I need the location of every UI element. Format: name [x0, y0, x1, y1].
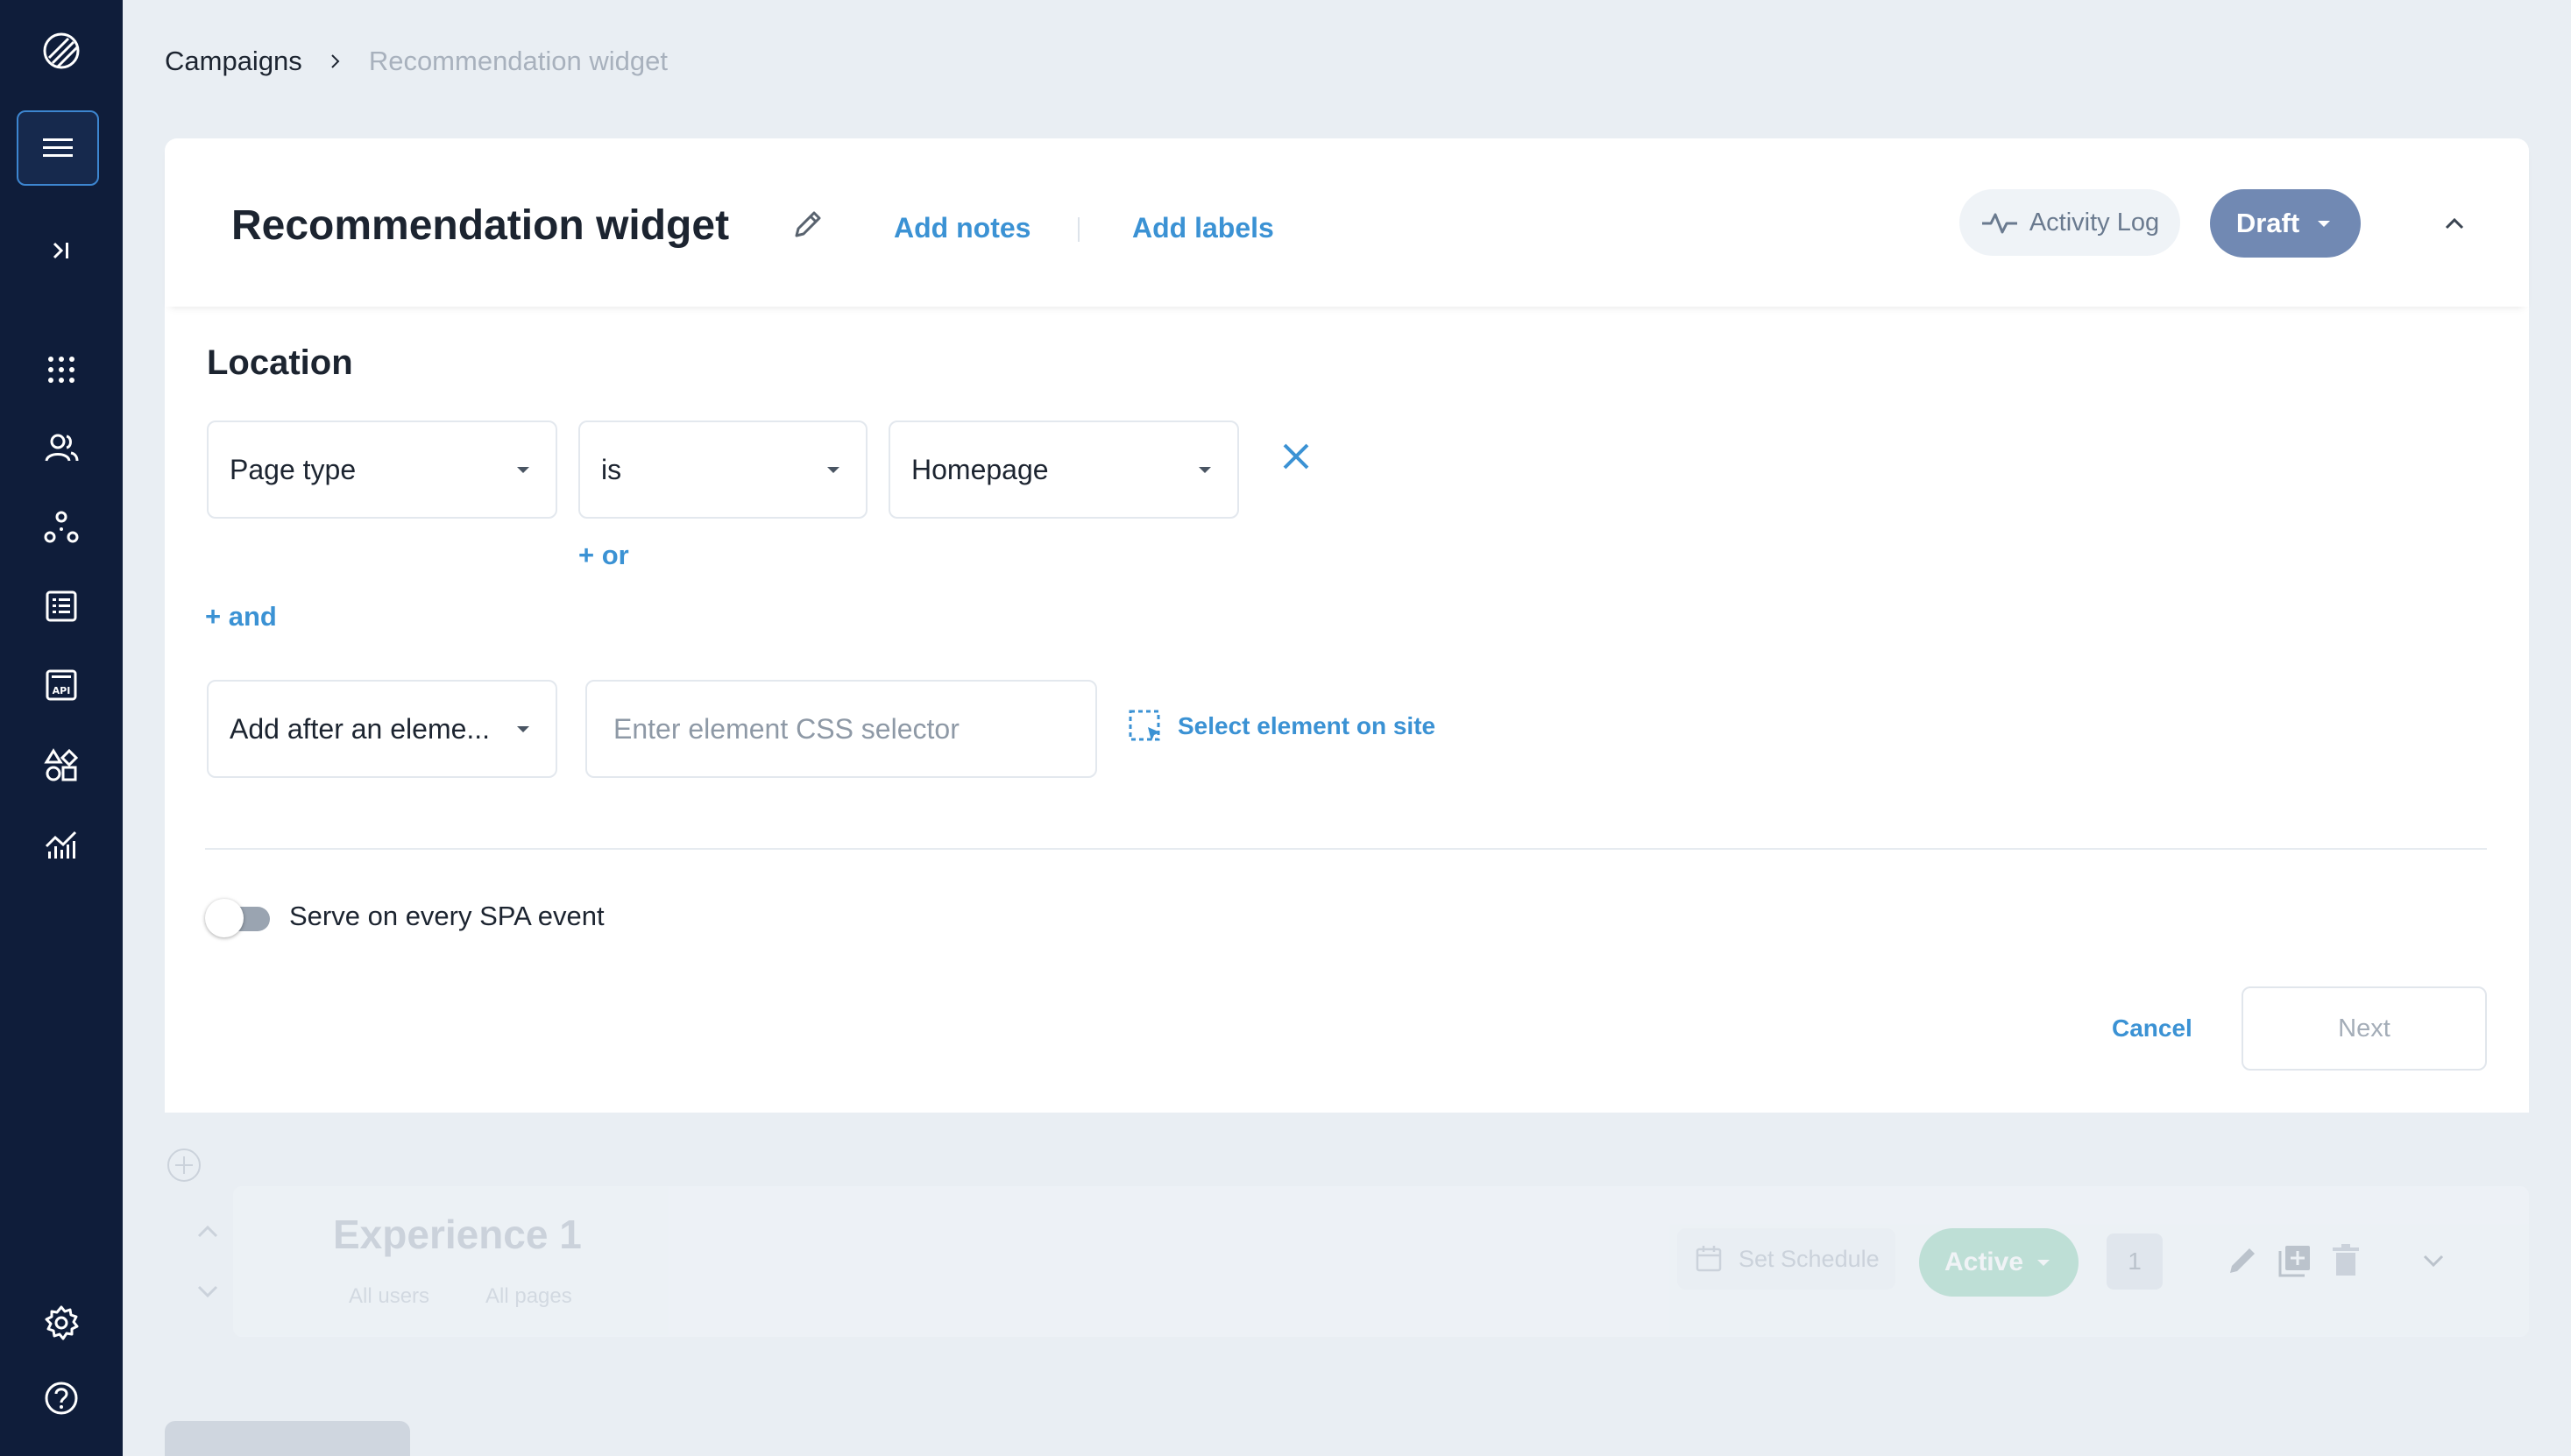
breadcrumb: Campaigns Recommendation widget: [165, 44, 668, 79]
calendar-icon: [1696, 1246, 1722, 1272]
campaign-header: Recommendation widget Add notes Add labe…: [165, 138, 2529, 307]
expand-icon[interactable]: [37, 226, 86, 275]
spa-event-label: Serve on every SPA event: [289, 901, 605, 931]
condition-field-value: Page type: [230, 453, 357, 485]
location-title: Location: [207, 343, 353, 382]
experience-title: Experience 1: [333, 1212, 582, 1257]
experience-card: Experience 1 All users All pages Set Sch…: [233, 1186, 2529, 1337]
experience-status-label: Active: [1944, 1247, 2024, 1276]
api-icon[interactable]: API: [37, 661, 86, 710]
condition-operator-value: is: [601, 453, 622, 485]
experience-pages: All pages: [485, 1284, 572, 1308]
list-icon[interactable]: [37, 582, 86, 631]
trash-icon[interactable]: [2326, 1240, 2366, 1281]
chevron-up-icon[interactable]: [2434, 203, 2475, 244]
css-selector-input[interactable]: [585, 680, 1097, 778]
duplicate-icon[interactable]: [2275, 1240, 2315, 1281]
cancel-button[interactable]: Cancel: [2112, 1014, 2192, 1043]
add-and-condition-link[interactable]: + and: [205, 601, 277, 633]
bottom-action-tab[interactable]: [165, 1421, 410, 1456]
close-icon[interactable]: [1276, 436, 1316, 477]
experience-audience: All users: [349, 1284, 430, 1308]
activity-log-button[interactable]: Activity Log: [1959, 189, 2180, 256]
toggle-knob: [205, 899, 244, 937]
activity-log-label: Activity Log: [2029, 208, 2160, 237]
select-element-icon: [1129, 710, 1160, 741]
pencil-icon[interactable]: [789, 205, 827, 244]
journeys-icon[interactable]: [37, 503, 86, 552]
experience-variation-count: 1: [2107, 1233, 2163, 1290]
pulse-icon: [1981, 213, 2017, 234]
select-element-on-site-button[interactable]: Select element on site: [1127, 708, 1435, 745]
experience-status-dropdown[interactable]: Active: [1919, 1228, 2079, 1297]
placement-mode-value: Add after an eleme...: [230, 712, 491, 745]
chevron-down-icon: [517, 467, 529, 473]
placement-mode-select[interactable]: Add after an eleme...: [207, 680, 557, 778]
help-icon[interactable]: [37, 1374, 86, 1423]
chevron-down-icon[interactable]: [2413, 1240, 2454, 1281]
chevron-down-icon: [2037, 1260, 2050, 1266]
analytics-icon[interactable]: [37, 820, 86, 869]
chevron-down-icon: [517, 726, 529, 732]
status-label: Draft: [2235, 208, 2300, 238]
chevron-down-icon: [827, 467, 839, 473]
breadcrumb-current: Recommendation widget: [368, 46, 668, 76]
location-panel: Location Page type is Homepage + or + an…: [165, 307, 2529, 1113]
add-notes-link[interactable]: Add notes: [894, 212, 1031, 244]
divider: [1078, 217, 1080, 242]
breadcrumb-campaigns-link[interactable]: Campaigns: [165, 46, 302, 77]
divider: [205, 848, 2487, 850]
status-dropdown[interactable]: Draft: [2210, 189, 2361, 258]
apps-icon[interactable]: [37, 345, 86, 394]
chevron-down-icon: [1199, 467, 1211, 473]
page-title: Recommendation widget: [231, 202, 730, 249]
condition-value-select[interactable]: Homepage: [889, 421, 1239, 519]
add-labels-link[interactable]: Add labels: [1132, 212, 1274, 244]
set-schedule-label: Set Schedule: [1739, 1245, 1880, 1272]
select-element-on-site-label: Select element on site: [1178, 712, 1436, 739]
widgets-icon[interactable]: [37, 741, 86, 790]
chevron-down-icon[interactable]: [190, 1274, 225, 1309]
logo-icon[interactable]: [37, 26, 86, 75]
chevron-right-icon: [331, 54, 340, 68]
condition-value-text: Homepage: [911, 453, 1049, 485]
add-experience-icon[interactable]: [165, 1146, 203, 1184]
experience-reorder-handle[interactable]: [182, 1186, 233, 1337]
svg-text:API: API: [53, 685, 71, 696]
condition-field-select[interactable]: Page type: [207, 421, 557, 519]
users-icon[interactable]: [37, 424, 86, 473]
add-or-condition-link[interactable]: + or: [578, 540, 629, 571]
menu-icon[interactable]: [17, 110, 99, 186]
set-schedule-button[interactable]: Set Schedule: [1677, 1228, 1895, 1290]
chevron-down-icon: [2318, 221, 2331, 227]
settings-icon[interactable]: [37, 1298, 86, 1347]
next-button[interactable]: Next: [2242, 986, 2487, 1071]
condition-operator-select[interactable]: is: [578, 421, 868, 519]
pencil-icon[interactable]: [2222, 1240, 2263, 1281]
sidebar: API: [0, 0, 123, 1456]
spa-event-toggle[interactable]: [205, 899, 273, 937]
chevron-up-icon[interactable]: [190, 1214, 225, 1249]
